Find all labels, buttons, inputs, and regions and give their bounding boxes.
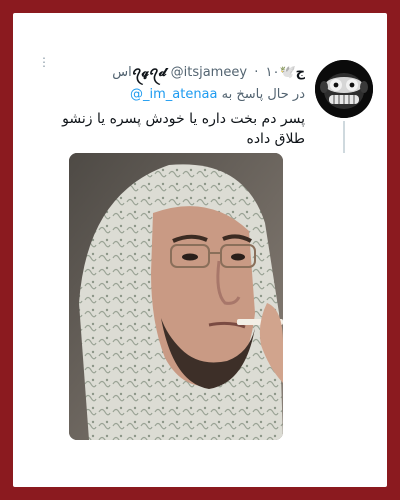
user-handle[interactable]: @itsjameey	[171, 65, 247, 80]
thread-connector-line	[343, 121, 345, 153]
reply-context: در حال پاسخ به @_im_atenaa	[130, 87, 305, 103]
tweet-media-photo[interactable]	[69, 153, 283, 440]
monkey-avatar-icon	[315, 60, 373, 118]
reply-mention[interactable]: @_im_atenaa	[130, 87, 218, 102]
tweet-text: پسر دم بخت داره یا خودش پسره یا زنشو طلا…	[62, 111, 305, 147]
page-frame: ⋮ ج🕊️ꪖ𝓺ꪖ𝓭 @itsjameey · ۱۰اس در حال پاسخ …	[0, 0, 400, 500]
reply-prefix: در حال پاسخ به	[221, 87, 305, 102]
photo-illustration	[69, 153, 283, 440]
tweet-card: ⋮ ج🕊️ꪖ𝓺ꪖ𝓭 @itsjameey · ۱۰اس در حال پاسخ …	[13, 13, 387, 487]
avatar[interactable]	[315, 60, 373, 118]
tweet-header: ج🕊️ꪖ𝓺ꪖ𝓭 @itsjameey · ۱۰اس	[112, 65, 305, 81]
separator-dot: ·	[254, 65, 259, 80]
more-options-icon[interactable]: ⋮	[38, 56, 50, 74]
